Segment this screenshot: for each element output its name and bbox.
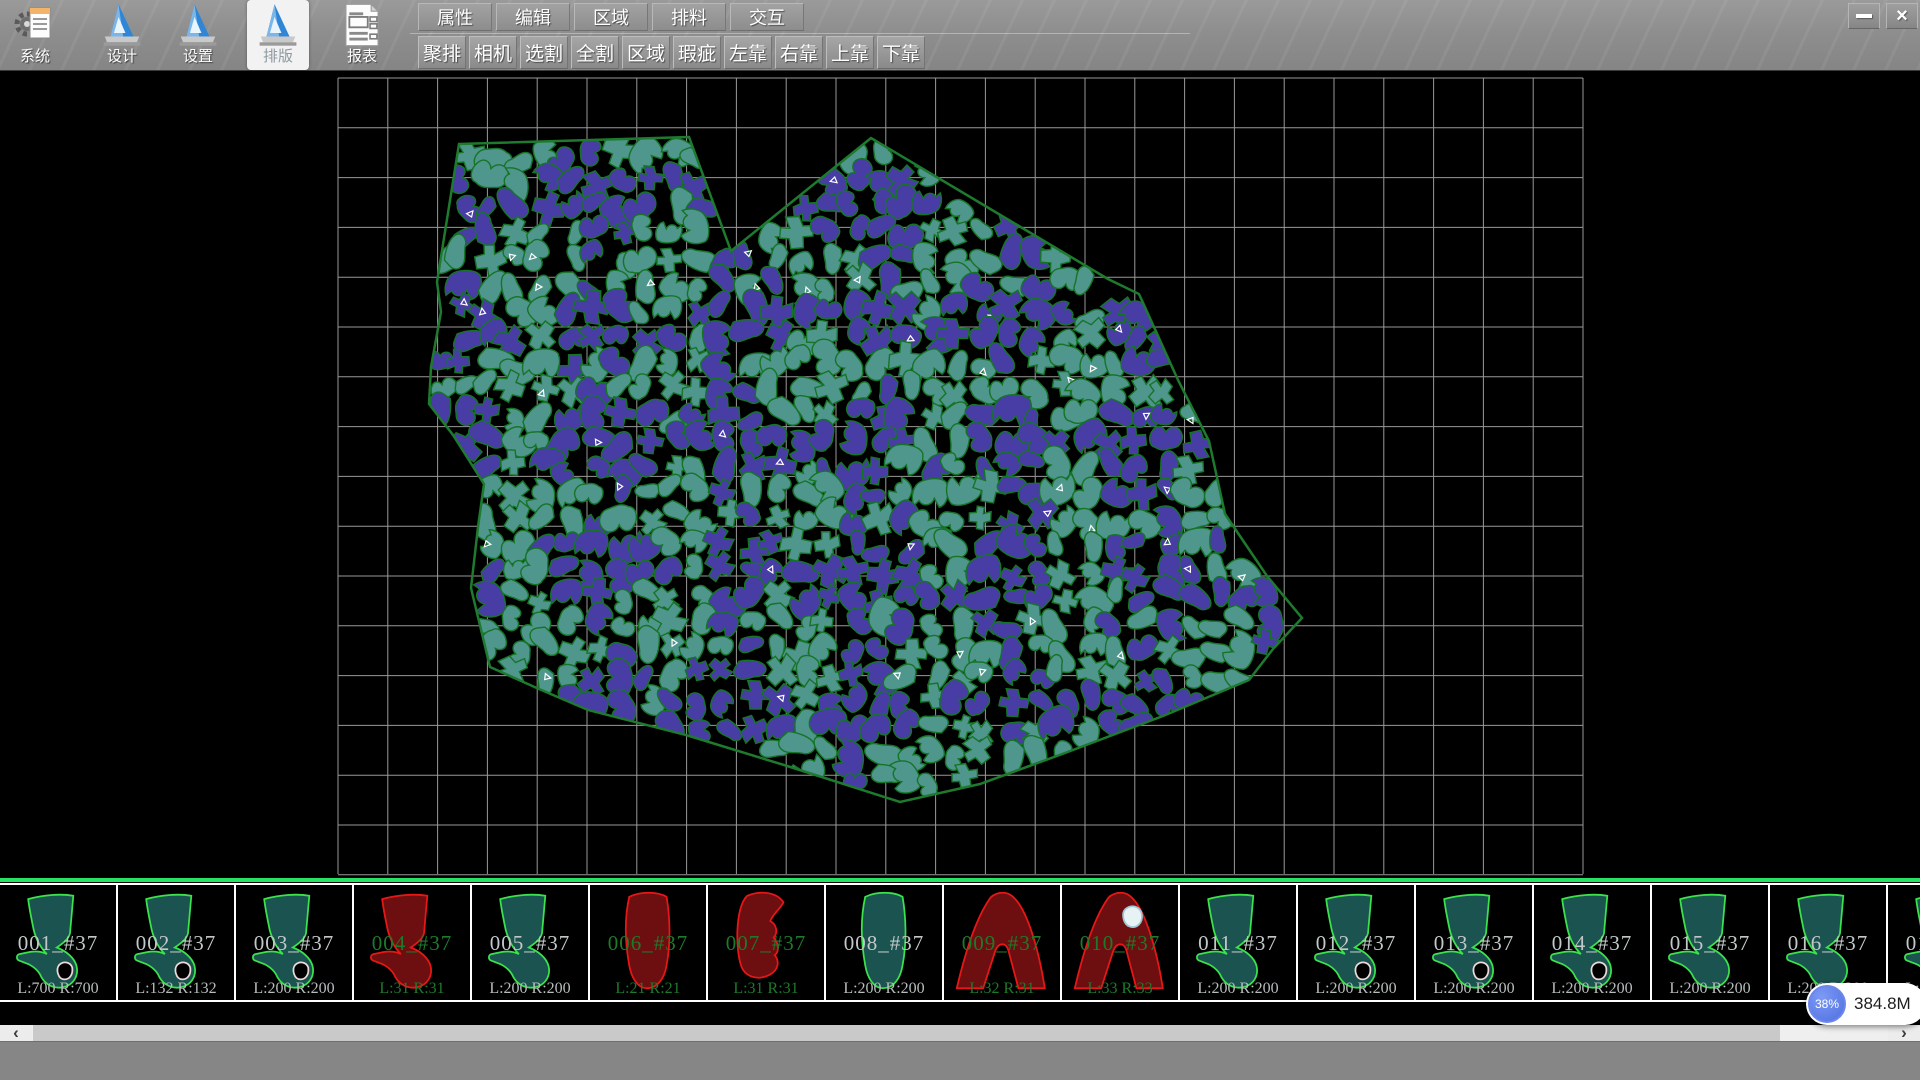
part-label: 012_#37 — [1298, 931, 1414, 956]
app-button-label: 排版 — [263, 48, 293, 66]
part-thumbnail[interactable]: 004_#37 L:31 R:31 — [354, 885, 472, 1000]
bottom-bar — [0, 1041, 1920, 1080]
tool-align-left[interactable]: 左靠 — [724, 36, 772, 69]
part-thumbnail[interactable]: 006_#37 L:21 R:21 — [590, 885, 708, 1000]
part-thumbnail[interactable]: 009_#37 L:32 R:31 — [944, 885, 1062, 1000]
part-lr-count: L:31 R:31 — [354, 980, 470, 998]
app-button-system[interactable]: 系统 — [4, 0, 66, 70]
minimize-button[interactable] — [1848, 3, 1880, 29]
part-lr-count: L:21 R:21 — [590, 980, 706, 998]
part-lr-count: L:200 R:200 — [826, 980, 942, 998]
part-thumbnail[interactable]: 015_#37 L:200 R:200 — [1652, 885, 1770, 1000]
menu-edit[interactable]: 编辑 — [496, 3, 570, 31]
part-thumbnail[interactable]: 005_#37 L:200 R:200 — [472, 885, 590, 1000]
part-lr-count: L:32 R:31 — [944, 980, 1060, 998]
menu-properties[interactable]: 属性 — [418, 3, 492, 31]
tool-defect[interactable]: 瑕疵 — [673, 36, 721, 69]
tool-select-cut[interactable]: 选割 — [520, 36, 568, 69]
part-label: 005_#37 — [472, 931, 588, 956]
toolbar-row-separator — [410, 33, 1190, 34]
part-label: 001_#37 — [0, 931, 116, 956]
memory-value: 384.8M — [1854, 994, 1911, 1014]
part-lr-count: L:200 R:200 — [1534, 980, 1650, 998]
part-thumbnail[interactable]: 012_#37 L:200 R:200 — [1298, 885, 1416, 1000]
part-label: 016_#37 — [1770, 931, 1886, 956]
menu-nesting[interactable]: 排料 — [652, 3, 726, 31]
part-thumbnail[interactable]: 010_#37 L:33 R:33 — [1062, 885, 1180, 1000]
tool-cut-all[interactable]: 全割 — [571, 36, 619, 69]
ruler-icon — [177, 2, 219, 48]
part-thumbnail[interactable]: 001_#37 L:700 R:700 — [0, 885, 118, 1000]
part-lr-count: L:200 R:200 — [472, 980, 588, 998]
app-button-label: 设置 — [183, 48, 213, 66]
part-label: 013_#37 — [1416, 931, 1532, 956]
thumbnail-strip: 001_#37 L:700 R:700 002_#37 L:132 R:132 … — [0, 883, 1920, 1002]
tool-cluster-nest[interactable]: 聚排 — [418, 36, 466, 69]
tool-camera[interactable]: 相机 — [469, 36, 517, 69]
app-button-report[interactable]: 报表 — [331, 0, 393, 70]
tool-region[interactable]: 区域 — [622, 36, 670, 69]
main-toolbar: 系统 设计 — [0, 0, 1920, 71]
app-button-label: 系统 — [20, 48, 50, 66]
report-icon — [341, 2, 383, 48]
part-lr-count: L:33 R:33 — [1062, 980, 1178, 998]
horizontal-scrollbar[interactable]: ‹ › — [0, 1025, 1920, 1041]
part-lr-count: L:31 R:31 — [708, 980, 824, 998]
close-icon: × — [1896, 5, 1908, 28]
green-divider — [0, 878, 1920, 882]
part-thumbnail[interactable]: 011_#37 L:200 R:200 — [1180, 885, 1298, 1000]
menu-region[interactable]: 区域 — [574, 3, 648, 31]
part-label: 008_#37 — [826, 931, 942, 956]
part-label: 017_#37 — [1888, 931, 1920, 956]
menu-interaction[interactable]: 交互 — [730, 3, 804, 31]
part-label: 010_#37 — [1062, 931, 1178, 956]
part-label: 011_#37 — [1180, 931, 1296, 956]
menu-row: 属性 编辑 区域 排料 交互 — [418, 3, 804, 31]
part-label: 006_#37 — [590, 931, 706, 956]
scroll-left-icon[interactable]: ‹ — [0, 1025, 32, 1041]
part-lr-count: L:132 R:132 — [118, 980, 234, 998]
part-label: 004_#37 — [354, 931, 470, 956]
part-label: 002_#37 — [118, 931, 234, 956]
app-button-layout[interactable]: 排版 — [247, 0, 309, 70]
part-thumbnail[interactable]: 007_#37 L:31 R:31 — [708, 885, 826, 1000]
part-lr-count: L:200 R:200 — [1416, 980, 1532, 998]
part-label: 015_#37 — [1652, 931, 1768, 956]
ruler-icon — [101, 2, 143, 48]
memory-badge[interactable]: 38% 384.8M — [1806, 983, 1920, 1025]
part-lr-count: L:200 R:200 — [1652, 980, 1768, 998]
nesting-canvas[interactable] — [0, 71, 1920, 878]
part-label: 014_#37 — [1534, 931, 1650, 956]
part-lr-count: L:700 R:700 — [0, 980, 116, 998]
part-thumbnail[interactable]: 014_#37 L:200 R:200 — [1534, 885, 1652, 1000]
part-lr-count: L:200 R:200 — [1180, 980, 1296, 998]
part-label: 003_#37 — [236, 931, 352, 956]
tool-row: 聚排 相机 选割 全割 区域 瑕疵 左靠 右靠 上靠 下靠 — [418, 36, 925, 69]
part-thumbnail[interactable]: 013_#37 L:200 R:200 — [1416, 885, 1534, 1000]
nesting-app-window: 系统 设计 — [0, 0, 1920, 1080]
tool-align-right[interactable]: 右靠 — [775, 36, 823, 69]
ruler-icon — [257, 2, 299, 48]
part-lr-count: L:200 R:200 — [236, 980, 352, 998]
app-button-label: 报表 — [347, 48, 377, 66]
tool-align-top[interactable]: 上靠 — [826, 36, 874, 69]
close-button[interactable]: × — [1886, 3, 1918, 29]
part-lr-count: L:200 R:200 — [1298, 980, 1414, 998]
app-button-label: 设计 — [107, 48, 137, 66]
scroll-right-icon[interactable]: › — [1888, 1025, 1920, 1041]
minimize-icon — [1856, 14, 1872, 18]
part-thumbnail[interactable]: 002_#37 L:132 R:132 — [118, 885, 236, 1000]
part-thumbnail[interactable]: 008_#37 L:200 R:200 — [826, 885, 944, 1000]
app-button-settings[interactable]: 设置 — [167, 0, 229, 70]
gear-doc-icon — [14, 2, 56, 48]
part-label: 009_#37 — [944, 931, 1060, 956]
scrollbar-thumb[interactable] — [33, 1025, 1780, 1041]
app-button-design[interactable]: 设计 — [91, 0, 153, 70]
memory-percent-circle: 38% — [1808, 985, 1846, 1023]
part-label: 007_#37 — [708, 931, 824, 956]
tool-align-bottom[interactable]: 下靠 — [877, 36, 925, 69]
part-thumbnail[interactable]: 003_#37 L:200 R:200 — [236, 885, 354, 1000]
nested-pieces — [419, 125, 1290, 797]
